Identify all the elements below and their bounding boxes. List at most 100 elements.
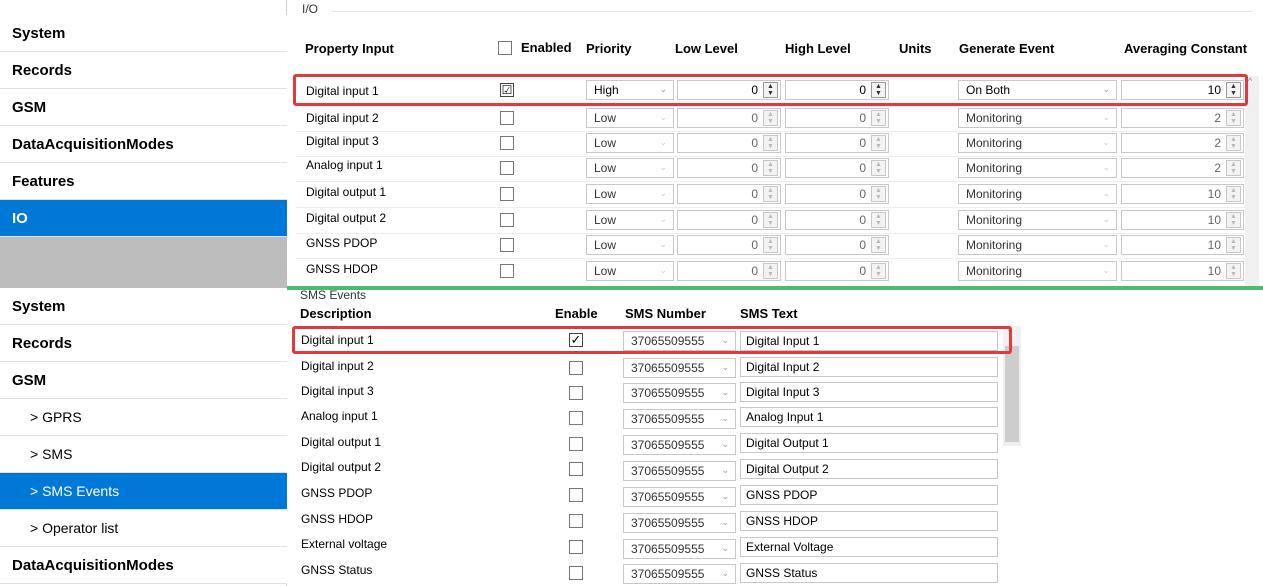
sms-row-enable-checkbox[interactable] — [569, 566, 583, 580]
low-level-input[interactable]: 0 ▲ ▼ — [677, 158, 781, 178]
spinner-icon[interactable]: ▲ ▼ — [763, 110, 778, 126]
high-level-input[interactable]: 0 ▲ ▼ — [785, 133, 889, 153]
averaging-constant-input[interactable]: 10 ▲ ▼ — [1121, 184, 1244, 204]
generate-event-dropdown[interactable]: Monitoring ⌄ — [958, 235, 1117, 255]
generate-event-dropdown[interactable]: Monitoring ⌄ — [958, 108, 1117, 128]
spinner-icon[interactable]: ▲ ▼ — [1226, 212, 1241, 228]
sms-row-enable-checkbox[interactable] — [569, 514, 583, 528]
low-level-input[interactable]: 0 ▲ ▼ — [677, 261, 781, 281]
averaging-constant-input[interactable]: 2 ▲ ▼ — [1121, 108, 1244, 128]
sms-number-dropdown[interactable]: 37065509555 ⌄ — [623, 539, 736, 559]
sms-text-input[interactable]: Digital Output 2 — [740, 459, 998, 479]
sms-number-dropdown[interactable]: 37065509555 ⌄ — [623, 409, 736, 429]
sms-row-enable-checkbox[interactable] — [569, 386, 583, 400]
high-level-input[interactable]: 0 ▲ ▼ — [785, 184, 889, 204]
low-level-input[interactable]: 0 ▲ ▼ — [677, 184, 781, 204]
sms-number-dropdown[interactable]: 37065509555 ⌄ — [623, 564, 736, 584]
sidebar-item-gsm[interactable]: GSM — [0, 362, 287, 399]
sms-text-input[interactable]: GNSS Status — [740, 563, 998, 583]
sidebar-item-gsm[interactable]: GSM — [0, 89, 287, 126]
spinner-icon[interactable]: ▲ ▼ — [1226, 110, 1241, 126]
spinner-icon[interactable]: ▲ ▼ — [763, 160, 778, 176]
spinner-icon[interactable]: ▲ ▼ — [871, 160, 886, 176]
priority-dropdown[interactable]: High ⌄ — [586, 80, 674, 100]
sidebar-item-gprs[interactable]: > GPRS — [0, 399, 287, 436]
spinner-icon[interactable]: ▲ ▼ — [871, 135, 886, 151]
row-enabled-checkbox[interactable] — [500, 136, 514, 150]
spinner-icon[interactable]: ▲ ▼ — [1226, 263, 1241, 279]
sms-text-input[interactable]: Digital Input 2 — [740, 357, 998, 377]
sms-row-enable-checkbox[interactable] — [569, 437, 583, 451]
sidebar-item-records[interactable]: Records — [0, 52, 287, 89]
row-enabled-checkbox[interactable] — [500, 111, 514, 125]
row-enabled-checkbox[interactable] — [500, 187, 514, 201]
spinner-icon[interactable]: ▲ ▼ — [763, 237, 778, 253]
sms-row-enable-checkbox[interactable] — [569, 361, 583, 375]
spinner-icon[interactable]: ▲ ▼ — [871, 186, 886, 202]
averaging-constant-input[interactable]: 2 ▲ ▼ — [1121, 133, 1244, 153]
spinner-icon[interactable]: ▲ ▼ — [1226, 237, 1241, 253]
sms-number-dropdown[interactable]: 37065509555 ⌄ — [623, 435, 736, 455]
sms-number-dropdown[interactable]: 37065509555 ⌄ — [623, 461, 736, 481]
high-level-input[interactable]: 0 ▲ ▼ — [785, 158, 889, 178]
generate-event-dropdown[interactable]: Monitoring ⌄ — [958, 133, 1117, 153]
spinner-icon[interactable]: ▲ ▼ — [871, 237, 886, 253]
averaging-constant-input[interactable]: 10 ▲ ▼ — [1121, 261, 1244, 281]
spinner-icon[interactable]: ▲ ▼ — [871, 82, 886, 98]
sms-text-input[interactable]: Analog Input 1 — [740, 407, 998, 427]
sms-text-input[interactable]: External Voltage — [740, 537, 998, 557]
sidebar-item-io[interactable]: IO — [0, 200, 287, 237]
scroll-up-icon[interactable]: ^ — [1008, 326, 1012, 336]
spinner-icon[interactable]: ▲ ▼ — [1226, 186, 1241, 202]
sms-row-enable-checkbox[interactable] — [569, 411, 583, 425]
spinner-icon[interactable]: ▲ ▼ — [1226, 160, 1241, 176]
sms-row-enable-checkbox[interactable] — [569, 488, 583, 502]
priority-dropdown[interactable]: Low ⌄ — [586, 158, 674, 178]
row-enabled-checkbox[interactable] — [500, 213, 514, 227]
spinner-icon[interactable]: ▲ ▼ — [871, 263, 886, 279]
averaging-constant-input[interactable]: 10 ▲ ▼ — [1121, 235, 1244, 255]
low-level-input[interactable]: 0 ▲ ▼ — [677, 133, 781, 153]
spinner-icon[interactable]: ▲ ▼ — [871, 212, 886, 228]
spinner-icon[interactable]: ▲ ▼ — [1226, 82, 1241, 98]
io-scrollbar[interactable]: ^ — [1245, 76, 1259, 288]
sidebar-item-sms[interactable]: > SMS — [0, 436, 287, 473]
high-level-input[interactable]: 0 ▲ ▼ — [785, 261, 889, 281]
priority-dropdown[interactable]: Low ⌄ — [586, 235, 674, 255]
sms-number-dropdown[interactable]: 37065509555 ⌄ — [623, 331, 736, 351]
sidebar-item-sms-events[interactable]: > SMS Events — [0, 473, 287, 510]
priority-dropdown[interactable]: Low ⌄ — [586, 261, 674, 281]
sms-row-enable-checkbox[interactable]: ✓ — [569, 333, 583, 347]
sms-text-input[interactable]: Digital Input 3 — [740, 382, 998, 402]
averaging-constant-input[interactable]: 10 ▲ ▼ — [1121, 80, 1244, 100]
spinner-icon[interactable]: ▲ ▼ — [1226, 135, 1241, 151]
sidebar-item-features[interactable]: Features — [0, 163, 287, 200]
high-level-input[interactable]: 0 ▲ ▼ — [785, 80, 889, 100]
sidebar-item-data-acquisition-modes[interactable]: DataAcquisitionModes — [0, 547, 287, 584]
sidebar-item-system[interactable]: System — [0, 15, 287, 52]
generate-event-dropdown[interactable]: Monitoring ⌄ — [958, 261, 1117, 281]
scroll-up-icon[interactable]: ^ — [1248, 76, 1252, 86]
high-level-input[interactable]: 0 ▲ ▼ — [785, 108, 889, 128]
averaging-constant-input[interactable]: 10 ▲ ▼ — [1121, 210, 1244, 230]
sidebar-item-system[interactable]: System — [0, 288, 287, 325]
sms-events-scrollbar[interactable]: ^ — [1003, 326, 1021, 446]
sms-number-dropdown[interactable]: 37065509555 ⌄ — [623, 487, 736, 507]
spinner-icon[interactable]: ▲ ▼ — [763, 82, 778, 98]
generate-event-dropdown[interactable]: Monitoring ⌄ — [958, 158, 1117, 178]
high-level-input[interactable]: 0 ▲ ▼ — [785, 235, 889, 255]
sidebar-item-data-acquisition-modes[interactable]: DataAcquisitionModes — [0, 126, 287, 163]
spinner-icon[interactable]: ▲ ▼ — [871, 110, 886, 126]
sms-row-enable-checkbox[interactable] — [569, 462, 583, 476]
row-enabled-checkbox[interactable] — [500, 238, 514, 252]
enabled-all-checkbox[interactable] — [498, 41, 512, 55]
sms-text-input[interactable]: GNSS PDOP — [740, 485, 998, 505]
priority-dropdown[interactable]: Low ⌄ — [586, 108, 674, 128]
high-level-input[interactable]: 0 ▲ ▼ — [785, 210, 889, 230]
priority-dropdown[interactable]: Low ⌄ — [586, 184, 674, 204]
averaging-constant-input[interactable]: 2 ▲ ▼ — [1121, 158, 1244, 178]
row-enabled-checkbox[interactable] — [500, 264, 514, 278]
low-level-input[interactable]: 0 ▲ ▼ — [677, 108, 781, 128]
generate-event-dropdown[interactable]: Monitoring ⌄ — [958, 210, 1117, 230]
low-level-input[interactable]: 0 ▲ ▼ — [677, 235, 781, 255]
